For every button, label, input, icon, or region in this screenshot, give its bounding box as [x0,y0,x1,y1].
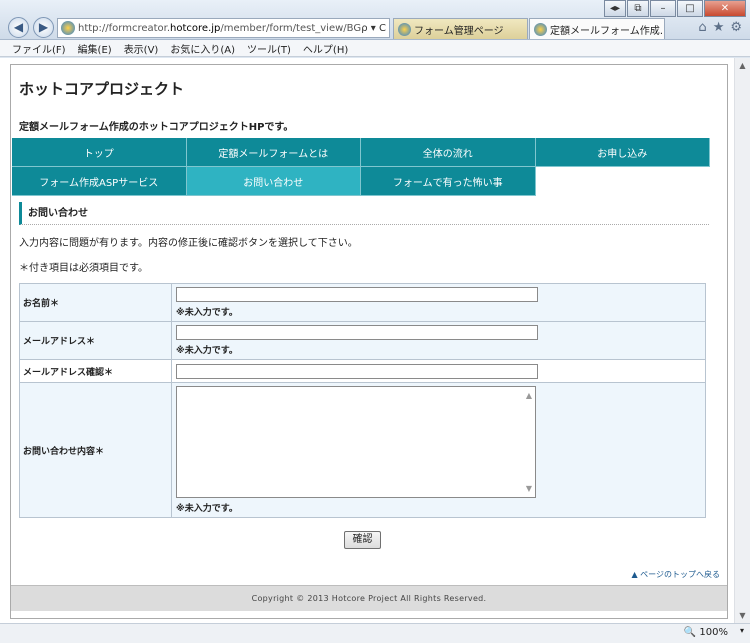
name-error: ※未入力です。 [176,308,238,318]
scroll-up-icon[interactable]: ▲ [735,58,750,73]
tab-label: 定額メールフォーム作成… [550,25,665,37]
form-row-inquiry: お問い合わせ内容＊ ▲ ▼ ※未入力です。 [19,382,706,518]
inquiry-cell: ▲ ▼ ※未入力です。 [171,382,706,518]
status-bar: 🔍 100% ▾ [0,623,750,643]
nav-apply[interactable]: お申し込み [535,138,710,167]
nav-flow[interactable]: 全体の流れ [361,138,536,167]
email-input[interactable] [176,325,538,340]
name-input[interactable] [176,287,538,302]
snap-button[interactable]: ⧉ [627,0,649,17]
email-cell: ※未入力です。 [171,321,706,360]
page-viewport: ホットコアプロジェクト 定額メールフォーム作成のホットコアプロジェクトHPです。… [0,58,750,623]
contact-form-table: お名前＊ ※未入力です。 メールアドレス＊ ※未入力です。 メールアドレス確認＊ [19,283,706,518]
nav-asp-service[interactable]: フォーム作成ASPサービス [12,167,187,196]
forward-button[interactable]: ▶ [33,17,54,38]
nav-scary-stories[interactable]: フォームで有った怖い事 [361,167,536,196]
menu-bar: ファイル(F) 編集(E) 表示(V) お気に入り(A) ツール(T) ヘルプ(… [0,40,750,57]
site-description: 定額メールフォーム作成のホットコアプロジェクトHPです。 [19,122,294,133]
menu-tools[interactable]: ツール(T) [247,41,291,56]
home-icon[interactable]: ⌂ [698,20,706,35]
name-cell: ※未入力です。 [171,283,706,322]
tab-label: フォーム管理ページ [414,25,504,37]
browser-chrome: ◂▸ ⧉ – □ ✕ ◀ ▶ http://formcreator.hotcor… [0,0,750,40]
inquiry-error: ※未入力です。 [176,504,238,514]
section-title: お問い合わせ [19,202,709,225]
email-error: ※未入力です。 [176,346,238,356]
inquiry-textarea[interactable]: ▲ ▼ [176,386,536,498]
email-confirm-input[interactable] [176,363,538,379]
menu-file[interactable]: ファイル(F) [12,41,66,56]
menu-help[interactable]: ヘルプ(H) [303,41,348,56]
url-prefix: http://formcreator. [78,22,171,34]
address-bar[interactable]: http://formcreator.hotcore.jp/member/for… [57,18,390,38]
favorites-star-icon[interactable]: ★ [713,20,725,35]
confirm-button[interactable]: 確認 [344,531,381,549]
textarea-scroll-up-icon[interactable]: ▲ [526,391,532,400]
name-label: お名前＊ [19,283,172,322]
search-refresh-icon[interactable]: ρ ▾ C [361,23,389,34]
menu-view[interactable]: 表示(V) [124,41,159,56]
nav-contact[interactable]: お問い合わせ [186,167,361,196]
form-row-email: メールアドレス＊ ※未入力です。 [19,321,706,360]
nav-empty-cell [536,167,711,196]
zoom-level[interactable]: 🔍 100% [684,627,728,638]
global-nav: トップ 定額メールフォームとは 全体の流れ お申し込み フォーム作成ASPサービ… [12,138,710,196]
error-message: 入力内容に問題が有ります。内容の修正後に確認ボタンを選択して下さい。 [19,238,358,249]
url-suffix: /member/form/test_view/BG9y7GVc [220,22,362,34]
restore-tabs-button[interactable]: ◂▸ [604,0,626,17]
page-top-link[interactable]: ▲ ページのトップへ戻る [631,569,720,580]
scroll-down-icon[interactable]: ▼ [735,608,750,623]
url-text[interactable]: http://formcreator.hotcore.jp/member/for… [78,23,361,34]
form-row-email-confirm: メールアドレス確認＊ [19,359,706,383]
url-domain: hotcore.jp [170,22,221,34]
page-container: ホットコアプロジェクト 定額メールフォーム作成のホットコアプロジェクトHPです。… [10,64,728,619]
chevron-down-icon[interactable]: ▾ [740,626,744,635]
menu-favorites[interactable]: お気に入り(A) [170,41,235,56]
email-confirm-label: メールアドレス確認＊ [19,359,172,383]
window-controls: ◂▸ ⧉ – □ ✕ [603,0,746,17]
form-row-name: お名前＊ ※未入力です。 [19,283,706,322]
ie-favicon-icon [398,22,411,36]
inquiry-label: お問い合わせ内容＊ [19,382,172,518]
nav-about[interactable]: 定額メールフォームとは [186,138,361,167]
email-confirm-cell [171,359,706,383]
textarea-scroll-down-icon[interactable]: ▼ [526,484,532,493]
required-note: ＊付き項目は必須項目です。 [19,263,148,274]
tab-mail-form[interactable]: 定額メールフォーム作成… ✕ [529,18,665,39]
page-scrollbar[interactable]: ▲ ▼ [734,58,750,623]
menu-edit[interactable]: 編集(E) [78,41,112,56]
browser-toolbar-icons: ⌂ ★ ⚙ [698,20,742,35]
back-button[interactable]: ◀ [8,17,29,38]
close-window-button[interactable]: ✕ [704,0,746,17]
site-title: ホットコアプロジェクト [19,80,185,98]
ie-favicon-icon [61,21,75,35]
nav-top[interactable]: トップ [12,138,187,167]
maximize-button[interactable]: □ [677,0,703,17]
footer-copyright: Copyright © 2013 Hotcore Project All Rig… [11,585,727,611]
tab-form-management[interactable]: フォーム管理ページ [393,18,528,39]
ie-favicon-icon [534,22,547,36]
email-label: メールアドレス＊ [19,321,172,360]
gear-icon[interactable]: ⚙ [730,20,742,35]
minimize-button[interactable]: – [650,0,676,17]
